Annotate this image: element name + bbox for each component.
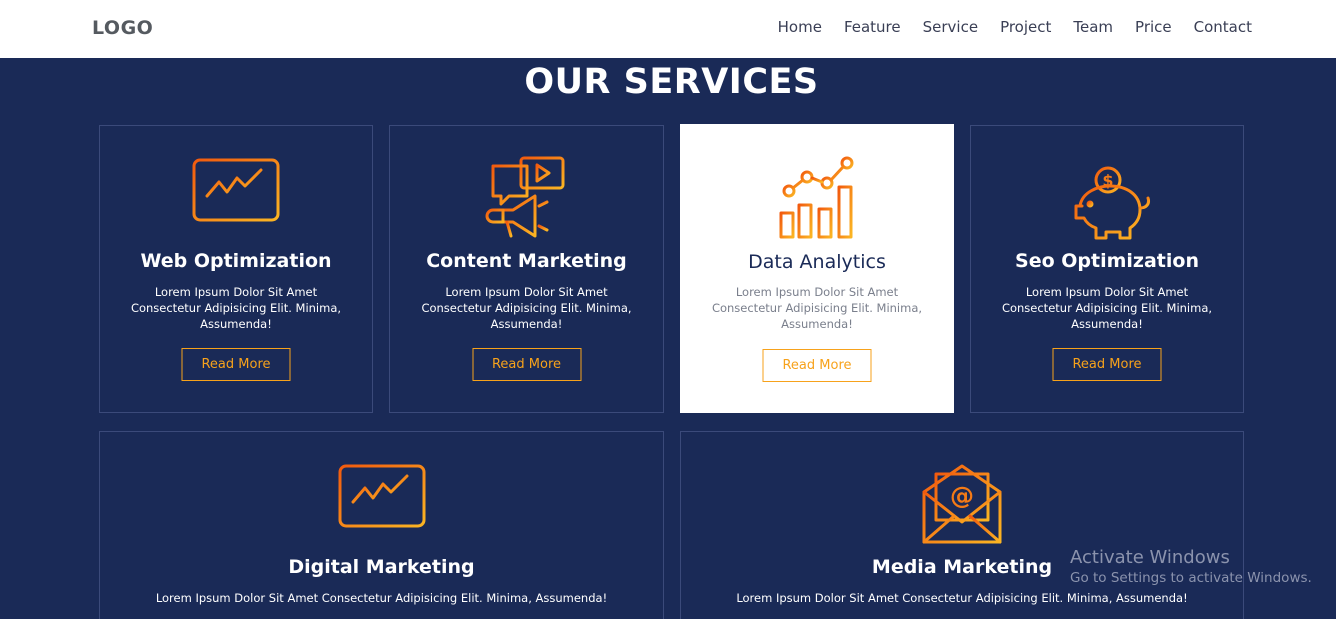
- logo[interactable]: LOGO: [92, 17, 153, 39]
- card-text: Lorem Ipsum Dolor Sit Amet Consectetur Ad…: [1001, 285, 1213, 331]
- card-text: Lorem Ipsum Dolor Sit Amet Consectetur Ad…: [421, 285, 632, 331]
- svg-text:@: @: [950, 482, 974, 510]
- service-card-data-analytics: Data Analytics Lorem Ipsum Dolor Sit Ame…: [680, 124, 954, 413]
- service-card-content-marketing: Content Marketing Lorem Ipsum Dolor Sit …: [389, 125, 664, 413]
- read-more-button[interactable]: Read More: [181, 348, 291, 381]
- watermark-title: Activate Windows: [1070, 547, 1230, 568]
- card-title: Data Analytics: [748, 251, 886, 273]
- nav-links: Home Feature Service Project Team Price …: [756, 18, 1252, 36]
- card-title: Web Optimization: [140, 250, 332, 272]
- megaphone-icon: [485, 156, 569, 247]
- service-card-seo-optimization: $ Seo Optimization Lorem Ipsum Dolor Sit…: [970, 125, 1244, 413]
- card-text: Lorem Ipsum Dolor Sit Amet Consectetur A…: [736, 591, 1188, 605]
- card-title: Digital Marketing: [288, 556, 475, 578]
- nav-link-price[interactable]: Price: [1135, 18, 1172, 36]
- bar-chart-icon: [775, 155, 859, 246]
- read-more-button[interactable]: Read More: [472, 348, 581, 381]
- nav-link-home[interactable]: Home: [778, 18, 822, 36]
- card-text: Lorem Ipsum Dolor Sit Amet Consectetur Ad…: [130, 285, 342, 331]
- nav-link-service[interactable]: Service: [923, 18, 978, 36]
- read-more-button[interactable]: Read More: [762, 349, 872, 382]
- section-title: OUR SERVICES: [524, 62, 819, 102]
- nav-link-team[interactable]: Team: [1073, 18, 1113, 36]
- piggy-bank-icon: $: [1062, 156, 1152, 247]
- service-card-web-optimization: Web Optimization Lorem Ipsum Dolor Sit A…: [99, 125, 373, 413]
- nav-link-feature[interactable]: Feature: [844, 18, 901, 36]
- card-title: Content Marketing: [426, 250, 627, 272]
- nav-link-project[interactable]: Project: [1000, 18, 1051, 36]
- activate-windows-watermark: Activate Windows Go to Settings to activ…: [1070, 547, 1312, 586]
- card-text: Lorem Ipsum Dolor Sit Amet Consectetur Ad…: [711, 285, 923, 331]
- monitor-chart-icon: [191, 158, 281, 245]
- service-card-media-marketing: @ Media Marketing Lorem Ipsum Dolor Sit …: [680, 431, 1244, 619]
- nav-link-contact[interactable]: Contact: [1194, 18, 1252, 36]
- service-card-digital-marketing: Digital Marketing Lorem Ipsum Dolor Sit …: [99, 431, 664, 619]
- email-envelope-icon: @: [920, 462, 1004, 551]
- navbar: LOGO Home Feature Service Project Team P…: [0, 0, 1336, 58]
- card-text: Lorem Ipsum Dolor Sit Amet Consectetur A…: [155, 591, 608, 605]
- read-more-button[interactable]: Read More: [1052, 348, 1162, 381]
- monitor-chart-icon: [337, 464, 427, 551]
- card-title: Seo Optimization: [1015, 250, 1199, 272]
- watermark-subtitle: Go to Settings to activate Windows.: [1070, 570, 1312, 586]
